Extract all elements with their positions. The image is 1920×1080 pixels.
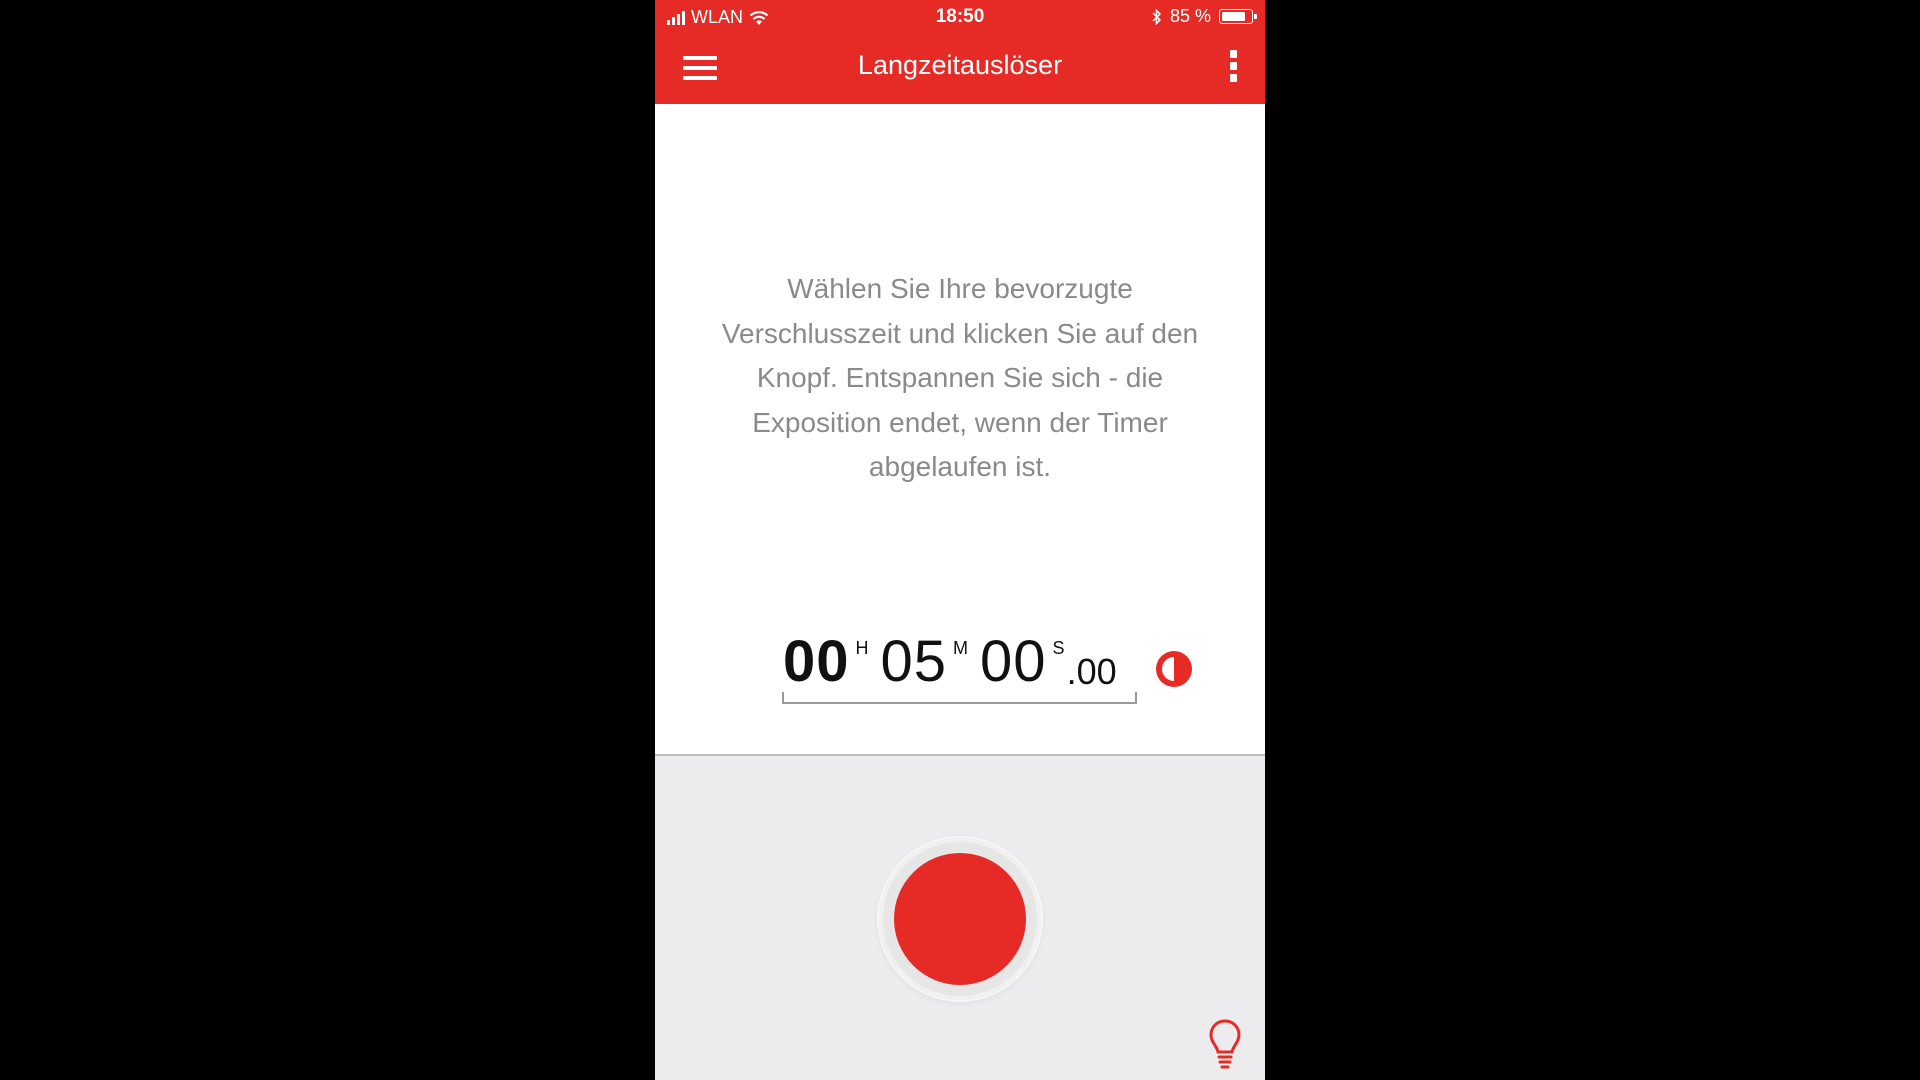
battery-fill (1222, 12, 1245, 21)
phone-screen: WLAN 18:50 85 % Langzeitauslöser Wählen … (655, 0, 1265, 1080)
timer-hours-unit: H (855, 638, 869, 658)
bluetooth-icon (1152, 8, 1162, 25)
exposure-timer[interactable]: 00 H 05 M 00 S .00 (783, 632, 1117, 693)
status-bar: WLAN 18:50 85 % (655, 0, 1265, 32)
timer-underline (782, 692, 1137, 704)
timer-seconds-unit: S (1052, 638, 1065, 658)
timer-minutes[interactable]: 05 (881, 632, 948, 692)
shutter-button[interactable] (894, 853, 1026, 985)
timer-hours[interactable]: 00 (783, 632, 850, 692)
instruction-text: Wählen Sie Ihre bevorzugte Verschlusszei… (721, 273, 1199, 482)
app-title: Langzeitauslöser (857, 50, 1063, 80)
main-content: Wählen Sie Ihre bevorzugte Verschlusszei… (655, 104, 1265, 754)
timer-seconds[interactable]: 00 (980, 632, 1047, 692)
battery-icon (1219, 9, 1257, 24)
timer-minutes-unit: M (953, 638, 969, 658)
bottom-panel (655, 756, 1265, 1080)
lightbulb-icon[interactable] (1207, 1018, 1243, 1070)
app-bar: Langzeitauslöser (655, 32, 1265, 104)
contrast-icon[interactable] (1154, 649, 1194, 689)
battery-percent: 85 % (1169, 6, 1211, 26)
kebab-menu-icon[interactable] (1227, 50, 1239, 86)
status-right: 85 % (1152, 6, 1257, 27)
